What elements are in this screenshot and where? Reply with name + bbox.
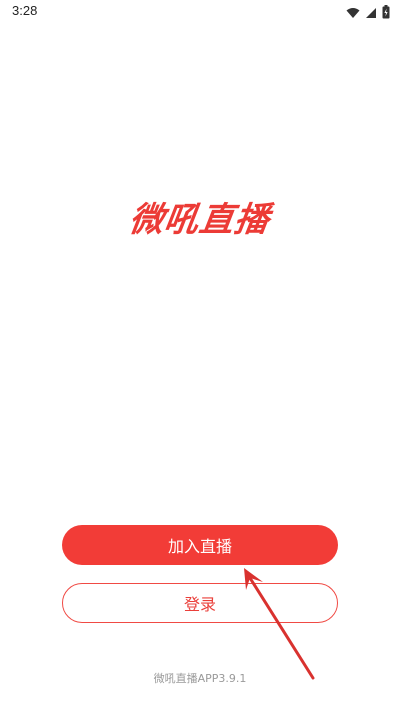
app-version: 微吼直播APP3.9.1 (153, 672, 247, 685)
join-live-button[interactable]: 加入直播 (62, 525, 338, 565)
signal-icon (365, 4, 377, 23)
status-icons (346, 4, 390, 23)
app-logo: 微吼直播 (0, 192, 400, 241)
status-time: 3:28 (12, 3, 38, 18)
login-button[interactable]: 登录 (62, 583, 338, 623)
wifi-icon (346, 4, 360, 23)
logo-text: 微吼直播 (126, 200, 273, 240)
battery-icon (382, 4, 390, 23)
status-bar: 3:28 (0, 0, 400, 24)
